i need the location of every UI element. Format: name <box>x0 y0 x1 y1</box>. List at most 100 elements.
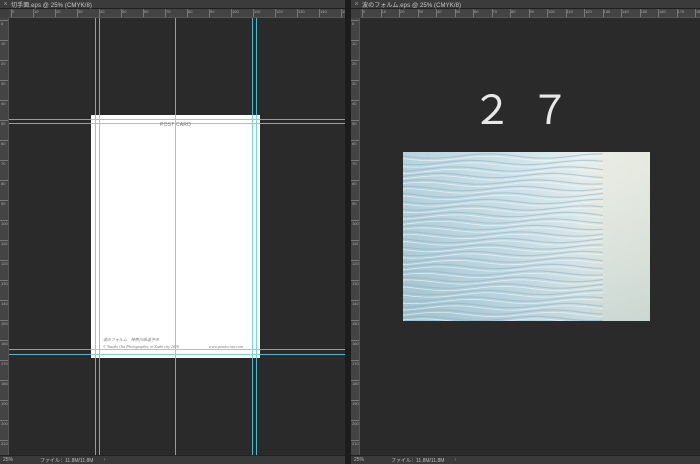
ruler-tick-label: 10 <box>352 41 357 46</box>
ruler-tick-label: 170 <box>677 9 685 14</box>
zoom-level[interactable]: 25% <box>0 457 30 463</box>
ruler-tick-label: 170 <box>1 361 8 366</box>
ruler-tick-label: 40 <box>352 101 357 106</box>
ruler-tick-label: 20 <box>1 61 6 66</box>
right-status-bar: 25% ファイル：11.8M/11.8M › <box>351 455 700 464</box>
left-canvas[interactable]: POST CARD 波のフォルム 神奈川県逗子市 © Yasuko Ota Ph… <box>9 18 345 455</box>
left-document-title: 切手面.eps @ 25% (CMYK/8) <box>11 2 92 9</box>
left-document-panel: × 切手面.eps @ 25% (CMYK/8) 0 10 20 30 40 50 60 70… <box>0 0 345 464</box>
ruler-tick-label: 90 <box>529 9 534 14</box>
ruler-tick-label: 200 <box>1 421 8 426</box>
ruler-tick-label: 200 <box>352 421 359 426</box>
zoom-level[interactable]: 25% <box>351 457 381 463</box>
status-menu-arrow-icon[interactable]: › <box>454 457 456 463</box>
ruler-tick-label: 20 <box>352 61 357 66</box>
left-document-tab[interactable]: × 切手面.eps @ 25% (CMYK/8) <box>0 0 345 9</box>
ruler-tick-label: 140 <box>622 9 629 14</box>
ruler-tick-label: 130 <box>1 281 8 286</box>
ruler-tick-label: 120 <box>585 9 592 14</box>
close-icon[interactable]: × <box>353 1 360 8</box>
postcard-website: www.yasuko-ota.com <box>209 344 243 349</box>
ruler-tick-label: 10 <box>34 9 39 14</box>
ruler-tick-label: 110 <box>254 9 261 14</box>
ruler-tick-label: 120 <box>276 9 283 14</box>
ruler-tick-label: 50 <box>1 121 6 126</box>
guide-line <box>91 349 260 350</box>
ruler-tick-label: 140 <box>320 9 327 14</box>
file-size-info: ファイル：11.8M/11.8M <box>40 457 94 464</box>
ruler-tick-label: 40 <box>1 101 6 106</box>
ruler-tick-label: 210 <box>1 441 8 446</box>
close-icon[interactable]: × <box>2 1 9 8</box>
guide-line <box>99 115 100 358</box>
right-document-tab[interactable]: × 波のフォルム.eps @ 25% (CMYK/8) <box>351 0 700 9</box>
guide-line <box>252 115 253 358</box>
ruler-tick-label: 110 <box>566 9 573 14</box>
ruler-tick-label: 180 <box>696 9 700 14</box>
ruler-tick-label: 30 <box>418 9 423 14</box>
status-menu-arrow-icon[interactable]: › <box>103 457 105 463</box>
ruler-tick-label: 190 <box>352 401 359 406</box>
file-size-info: ファイル：11.8M/11.8M <box>391 457 445 464</box>
ruler-tick-label: 140 <box>1 301 8 306</box>
ruler-tick-label: 80 <box>352 181 357 186</box>
guide-line <box>175 115 176 358</box>
postcard-caption-line2: © Yasuko Ota Photographer, in Zushi city… <box>103 344 180 349</box>
ruler-tick-label: 60 <box>144 9 149 14</box>
ruler-tick-label: 70 <box>352 161 357 166</box>
ruler-corner[interactable] <box>0 9 9 18</box>
ruler-tick-label: 100 <box>232 9 239 14</box>
ruler-tick-label: 100 <box>548 9 555 14</box>
ruler-tick-label: 110 <box>1 241 8 246</box>
ruler-tick-label: 60 <box>352 141 357 146</box>
ruler-tick-label: 120 <box>352 261 359 266</box>
ruler-tick-label: 0 <box>363 9 366 14</box>
vertical-ruler[interactable]: 0 10 20 30 40 50 60 70 80 90 100 110 120 130 140 150 160… <box>351 18 360 455</box>
left-status-bar: 25% ファイル：11.8M/11.8M › <box>0 455 345 464</box>
vertical-ruler[interactable]: 0 10 20 30 40 50 60 70 80 90 100 110 120 130 140 150 160… <box>0 18 9 455</box>
ruler-tick-label: 160 <box>352 341 359 346</box>
ruler-tick-label: 100 <box>1 221 8 226</box>
ruler-tick-label: 70 <box>166 9 171 14</box>
ruler-tick-label: 80 <box>1 181 6 186</box>
ruler-tick-label: 130 <box>298 9 305 14</box>
ruler-tick-label: 30 <box>352 81 357 86</box>
ruler-tick-label: 50 <box>122 9 127 14</box>
ruler-tick-label: 70 <box>1 161 6 166</box>
ruler-tick-label: 20 <box>400 9 405 14</box>
ruler-tick-label: 60 <box>1 141 6 146</box>
ruler-tick-label: 50 <box>455 9 460 14</box>
ruler-tick-label: 90 <box>210 9 215 14</box>
ruler-tick-label: 150 <box>640 9 648 14</box>
ruler-tick-label: 30 <box>1 81 6 86</box>
ruler-tick-label: 180 <box>352 381 359 386</box>
right-canvas[interactable]: ２７ <box>360 18 700 455</box>
guide-line <box>91 354 260 355</box>
ruler-tick-label: 120 <box>1 261 8 266</box>
horizontal-ruler[interactable]: 0102030405060708090100110120130140150 <box>9 9 345 18</box>
ruler-tick-label: 150 <box>1 321 8 326</box>
water-photo-image <box>403 152 650 321</box>
ruler-tick-label: 10 <box>1 41 6 46</box>
postcard-title: POST CARD <box>160 122 191 128</box>
ruler-tick-label: 130 <box>352 281 359 286</box>
ruler-tick-label: 190 <box>1 401 8 406</box>
guide-line <box>95 115 96 358</box>
ruler-tick-label: 180 <box>1 381 8 386</box>
ruler-tick-label: 80 <box>188 9 193 14</box>
ruler-corner[interactable] <box>351 9 360 18</box>
ruler-tick-label: 70 <box>492 9 497 14</box>
ruler-tick-label: 50 <box>352 121 357 126</box>
ruler-tick-label: 10 <box>381 9 386 14</box>
ruler-tick-label: 0 <box>352 21 355 26</box>
right-document-title: 波のフォルム.eps @ 25% (CMYK/8) <box>362 2 462 9</box>
ruler-tick-label: 100 <box>352 221 359 226</box>
ruler-tick-label: 30 <box>78 9 83 14</box>
right-document-panel: × 波のフォルム.eps @ 25% (CMYK/8) 0 10 20 30 40 50 6… <box>351 0 700 464</box>
guide-line <box>91 119 260 120</box>
horizontal-ruler[interactable]: 0 10 20 30 40 50 60 70 80 90 100 110 120 130 140 150 160… <box>360 9 700 18</box>
ruler-tick-label: 80 <box>511 9 516 14</box>
postcard-caption-line1: 波のフォルム 神奈川県逗子市 <box>103 337 159 342</box>
app-window: × 切手面.eps @ 25% (CMYK/8) 0 10 20 30 40 50 60 70… <box>0 0 700 464</box>
ruler-tick-label: 160 <box>659 9 666 14</box>
